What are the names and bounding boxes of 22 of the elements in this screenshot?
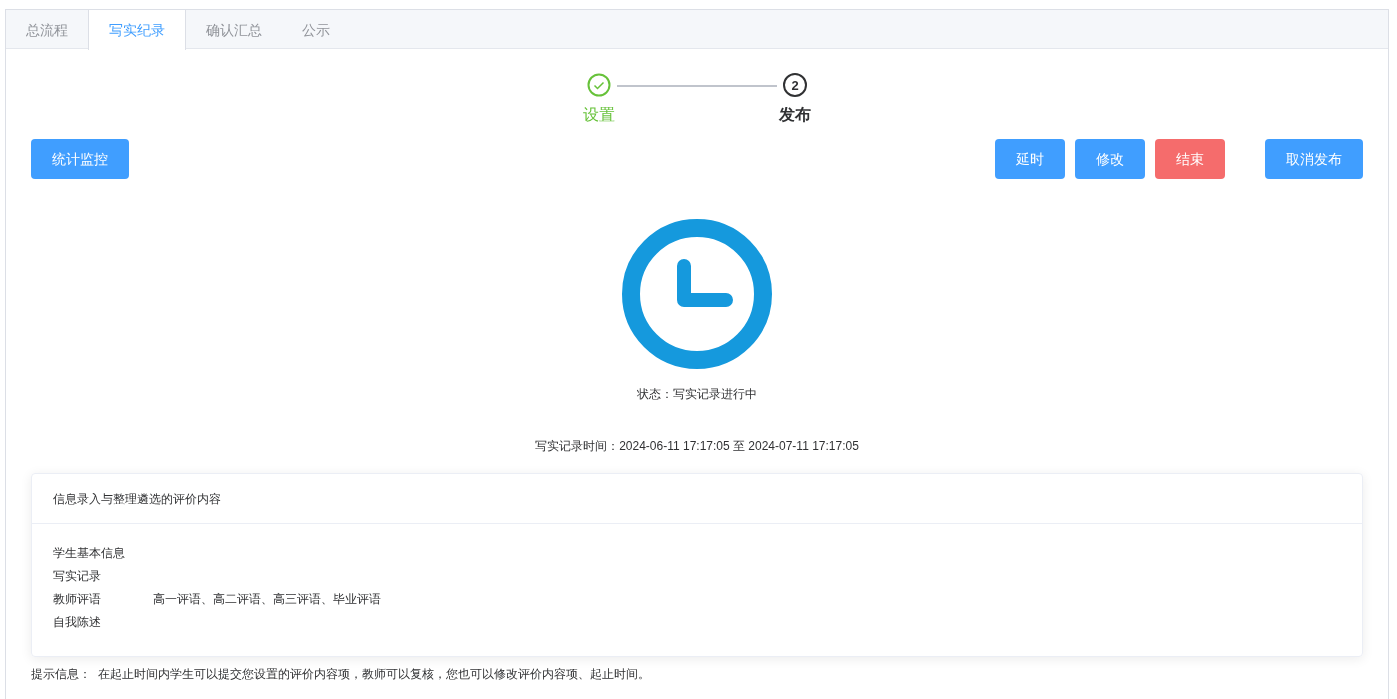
step-label: 设置 xyxy=(583,105,615,125)
tip-text: 提示信息： 在起止时间内学生可以提交您设置的评价内容项，教师可以复核，您也可以修改评价内容项、起止时间。 xyxy=(31,666,651,682)
clock-icon xyxy=(621,218,773,370)
time-range-text: 写实记录时间：2024-06-11 17:17:05 至 2024-07-11 17:17:05 xyxy=(534,438,860,454)
item-name: 教师评语 xyxy=(53,590,102,607)
step-label: 发布 xyxy=(779,105,811,125)
status-text: 状态：写实记录进行中 xyxy=(636,386,758,402)
tab[interactable]: 写实纪录 xyxy=(88,10,186,50)
tab[interactable]: 总流程 xyxy=(6,10,88,49)
item-name: 写实记录 xyxy=(53,567,102,584)
tab[interactable]: 公示 xyxy=(282,10,350,49)
item-detail: 高一评语、高二评语、高三评语、毕业评语 xyxy=(153,590,381,607)
action-button[interactable]: 修改 xyxy=(1075,139,1145,179)
item-name: 自我陈述 xyxy=(53,613,102,630)
action-button[interactable]: 结束 xyxy=(1155,139,1225,179)
action-button[interactable]: 取消发布 xyxy=(1265,139,1363,179)
step-number: 2 xyxy=(783,73,807,97)
action-button[interactable]: 延时 xyxy=(995,139,1065,179)
action-button[interactable]: 统计监控 xyxy=(31,139,129,179)
tab[interactable]: 确认汇总 xyxy=(186,10,282,49)
item-name: 学生基本信息 xyxy=(53,544,126,561)
card-title: 信息录入与整理遴选的评价内容 xyxy=(32,474,1362,524)
